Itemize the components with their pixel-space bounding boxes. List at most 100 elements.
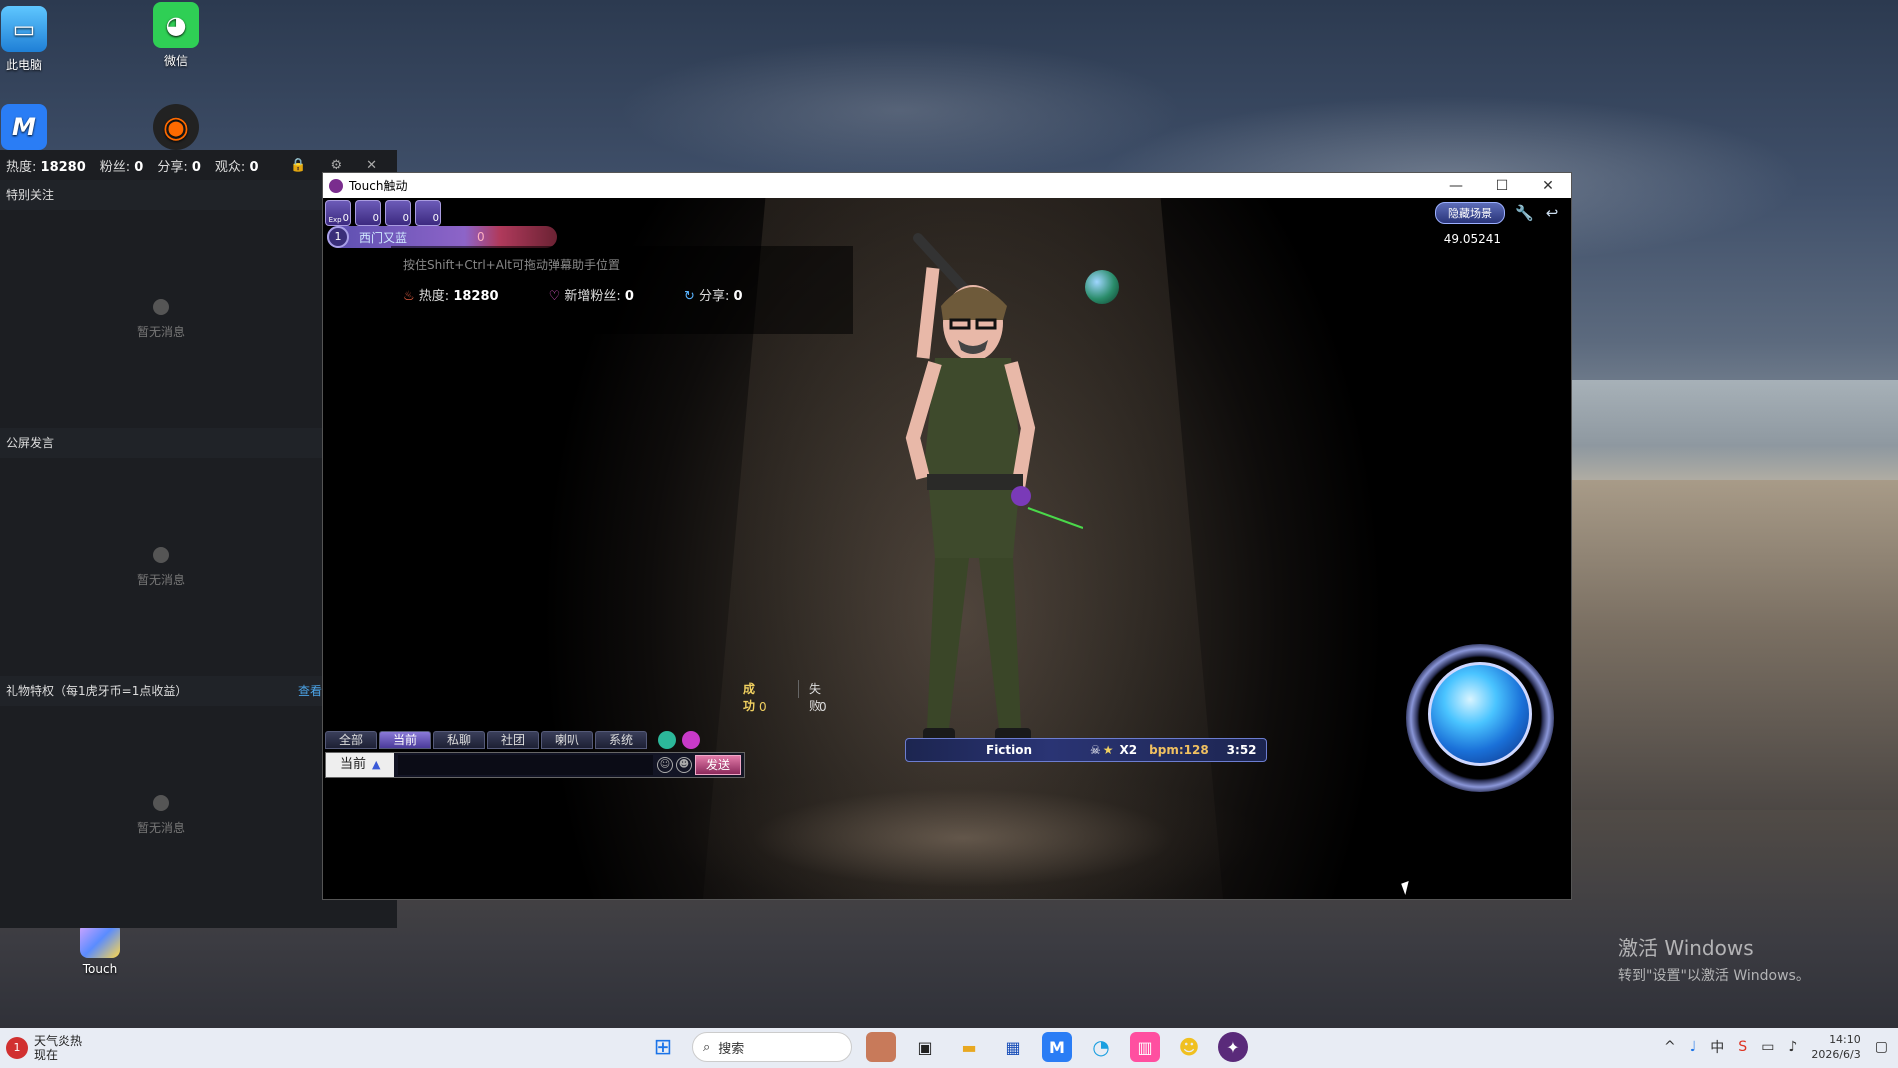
badge-value: 0 [342, 213, 349, 224]
maximize-button[interactable]: ☐ [1479, 178, 1525, 194]
microphone-icon[interactable]: ♩ [1690, 1039, 1697, 1055]
heart-icon: ♡ [548, 289, 561, 304]
search-placeholder: 搜索 [718, 1041, 745, 1057]
song-title: Fiction [986, 743, 1033, 757]
hit-separator [798, 680, 799, 698]
edge-icon[interactable]: ◔ [1086, 1032, 1116, 1062]
store-icon[interactable]: ▦ [998, 1032, 1028, 1062]
notification-icon[interactable]: ▢ [1875, 1039, 1888, 1055]
section-public-chat: 暂无消息 [0, 458, 322, 676]
windows-start-icon[interactable]: ⊞ [648, 1032, 678, 1062]
taskbar: 1 天气炎热 现在 ⊞ ⌕ 搜索 ▣ ▬ ▦ M ◔ ▥ ☻ ✦ ^ ♩ 中 S… [0, 1028, 1898, 1068]
viewers-value: 0 [249, 159, 259, 175]
network-icon[interactable]: ▭ [1761, 1039, 1774, 1055]
fans-value: 0 [134, 159, 144, 175]
chat-app-icon[interactable]: ☻ [1174, 1032, 1204, 1062]
emoji-icon[interactable]: ☺ [657, 757, 673, 773]
window-titlebar[interactable]: Touch触动 — ☐ ✕ [323, 173, 1571, 198]
clock-date: 2026/6/3 [1811, 1048, 1861, 1061]
close-icon[interactable]: ✕ [366, 158, 377, 173]
security-icon[interactable]: S [1738, 1039, 1747, 1055]
app-m-taskbar-icon[interactable]: M [1042, 1032, 1072, 1062]
hint-text: 按住Shift+Ctrl+Alt可拖动弹幕助手位置 [403, 258, 620, 272]
multiplier: X2 [1119, 743, 1138, 757]
channel-select[interactable]: 当前 ▲ [326, 753, 394, 777]
empty-icon [153, 794, 169, 811]
clock-time: 14:10 [1829, 1033, 1861, 1046]
system-tray: ^ ♩ 中 S ▭ ♪ 14:10 2026/6/3 ▢ [1664, 1032, 1888, 1062]
watermark-sub: 转到"设置"以激活 Windows。 [1618, 968, 1810, 984]
emote-green-icon[interactable] [658, 731, 676, 749]
star-icon: ★ [1102, 743, 1114, 757]
desktop-icon-label: 微信 [163, 54, 188, 68]
desktop-icon-touch[interactable]: Touch [68, 922, 132, 976]
volume-icon[interactable]: ♪ [1788, 1039, 1797, 1055]
emote-pink-icon[interactable] [682, 731, 700, 749]
wechat-icon: ◕ [153, 2, 199, 48]
tab-speaker[interactable]: 喇叭 [541, 731, 593, 749]
triangle-up-icon: ▲ [372, 758, 381, 771]
settings-icon[interactable]: ⚙ [330, 158, 342, 173]
heat-value: 18280 [453, 289, 499, 304]
desktop-icon-label: 此电脑 [5, 58, 42, 72]
chat-quick-buttons [658, 731, 700, 749]
taskbar-center: ⊞ ⌕ 搜索 ▣ ▬ ▦ M ◔ ▥ ☻ ✦ [648, 1032, 1248, 1062]
weather-widget[interactable]: 1 天气炎热 现在 [6, 1034, 82, 1062]
music-info-bar: Fiction ☠ ★ X2 bpm:128 3:52 [905, 738, 1267, 762]
view-link[interactable]: 查看 [298, 676, 322, 706]
lock-icon[interactable]: 🔒 [290, 158, 306, 173]
dancer-character [905, 233, 1083, 752]
share-icon: ↻ [683, 289, 695, 304]
search-icon: ⌕ [703, 1039, 711, 1055]
viewers-label: 观众: [214, 159, 246, 175]
back-icon[interactable]: ↩ [1543, 204, 1561, 222]
weather-alert-icon: 1 [6, 1037, 28, 1059]
taskbar-search[interactable]: ⌕ 搜索 [692, 1032, 852, 1062]
desktop-icon-obs[interactable]: ◉ [144, 104, 208, 154]
wallpaper-beach [1538, 480, 1898, 810]
window-controls: — ☐ ✕ [1433, 178, 1571, 194]
badge-row: Exp 0 0 0 0 [325, 200, 441, 226]
danmu-helper[interactable]: 按住Shift+Ctrl+Alt可拖动弹幕助手位置 ♨ 热度: 18280 ♡ … [391, 246, 853, 334]
sticker-icon[interactable]: ☻ [676, 757, 692, 773]
heat-label: 热度: [6, 159, 37, 175]
desktop-icon-this-pc[interactable]: ▭ 此电脑 [0, 6, 56, 73]
flame-icon: ♨ [403, 289, 415, 304]
obs-icon: ◉ [153, 104, 199, 150]
touch-taskbar-icon[interactable]: ✦ [1218, 1032, 1248, 1062]
share-label: 分享: [698, 289, 730, 304]
chat-input[interactable] [398, 755, 653, 775]
share-label: 分享: [157, 159, 188, 175]
desktop-icon-wechat[interactable]: ◕ 微信 [144, 2, 208, 69]
desktop-icon-app-m[interactable]: M [0, 104, 56, 154]
tab-system[interactable]: 系统 [595, 731, 647, 749]
widget-landscape-icon[interactable] [866, 1032, 896, 1062]
player-name: 西门又蓝 [359, 230, 408, 245]
bilibili-icon[interactable]: ▥ [1130, 1032, 1160, 1062]
beat-orb[interactable] [1428, 662, 1532, 766]
close-button[interactable]: ✕ [1525, 178, 1571, 194]
task-view-icon[interactable]: ▣ [910, 1032, 940, 1062]
player-bar: 1 西门又蓝 0 [327, 226, 557, 248]
fail-value: 0 [819, 700, 827, 714]
chat-input-bar: 当前 ▲ ☺ ☻ 发送 [325, 752, 745, 778]
file-explorer-icon[interactable]: ▬ [954, 1032, 984, 1062]
badge-4: 0 [415, 200, 441, 226]
hide-scene-button[interactable]: 隐藏场景 [1435, 202, 1505, 224]
chevron-up-icon[interactable]: ^ [1664, 1039, 1676, 1055]
send-button[interactable]: 发送 [695, 755, 741, 775]
app-icon [329, 178, 343, 193]
tab-club[interactable]: 社团 [487, 731, 539, 749]
wrench-icon[interactable]: 🔧 [1515, 204, 1534, 222]
empty-icon [153, 546, 169, 563]
tab-private[interactable]: 私聊 [433, 731, 485, 749]
tab-current[interactable]: 当前 [379, 731, 431, 749]
tab-all[interactable]: 全部 [325, 731, 377, 749]
song-duration: 3:52 [1226, 743, 1257, 757]
clock[interactable]: 14:10 2026/6/3 [1811, 1032, 1860, 1062]
badge-exp-label: Exp [328, 216, 342, 224]
ime-icon[interactable]: 中 [1710, 1037, 1724, 1057]
badge-exp: Exp 0 [325, 200, 351, 226]
game-stage[interactable]: Exp 0 0 0 0 1 西门又蓝 0 按住Shift+Ctrl+Alt可拖动弹… [323, 198, 1571, 899]
minimize-button[interactable]: — [1433, 178, 1479, 194]
